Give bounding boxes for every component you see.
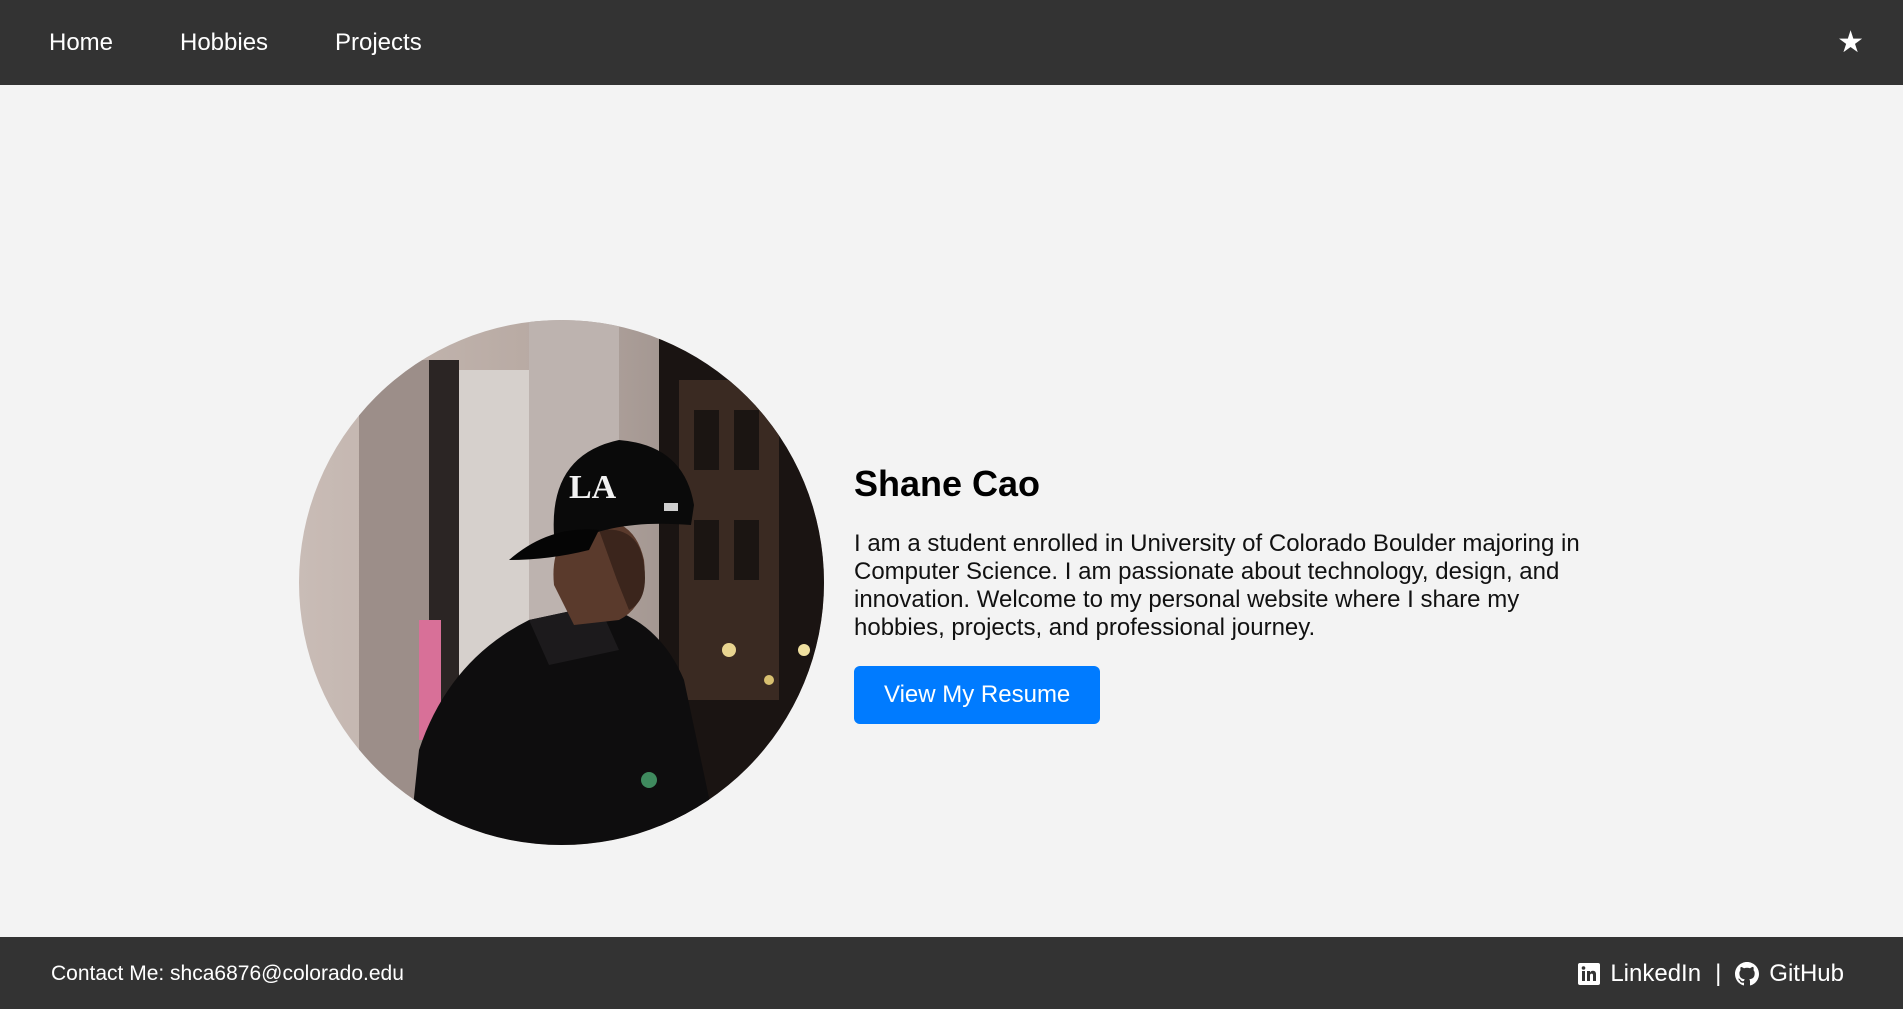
profile-name: Shane Cao xyxy=(854,463,1041,504)
contact-email: Contact Me: shca6876@colorado.edu xyxy=(51,962,404,985)
star-icon[interactable]: ★ xyxy=(1837,27,1864,59)
top-navbar: Home Hobbies Projects ★ xyxy=(0,0,1903,85)
github-link[interactable]: GitHub xyxy=(1735,960,1844,988)
social-links: LinkedIn | GitHub xyxy=(1578,960,1844,988)
linkedin-label: LinkedIn xyxy=(1610,960,1702,987)
intro-section: Shane Cao I am a student enrolled in Uni… xyxy=(854,462,1594,724)
profile-photo: LA xyxy=(299,320,824,845)
social-separator: | xyxy=(1715,960,1722,987)
view-resume-button[interactable]: View My Resume xyxy=(854,666,1101,724)
profile-bio: I am a student enrolled in University of… xyxy=(854,530,1580,641)
github-icon xyxy=(1735,962,1760,986)
svg-text:LA: LA xyxy=(569,469,617,506)
nav-link-home[interactable]: Home xyxy=(49,29,113,57)
footer: Contact Me: shca6876@colorado.edu Linked… xyxy=(0,937,1903,1009)
linkedin-icon xyxy=(1578,963,1601,985)
nav-link-projects[interactable]: Projects xyxy=(335,29,422,57)
profile-photo-illustration: LA xyxy=(299,320,824,845)
main-content: LA Shane Cao I am a student enrolled in … xyxy=(0,85,1903,937)
linkedin-link[interactable]: LinkedIn xyxy=(1578,960,1701,988)
github-label: GitHub xyxy=(1769,960,1844,987)
nav-link-hobbies[interactable]: Hobbies xyxy=(180,29,268,57)
